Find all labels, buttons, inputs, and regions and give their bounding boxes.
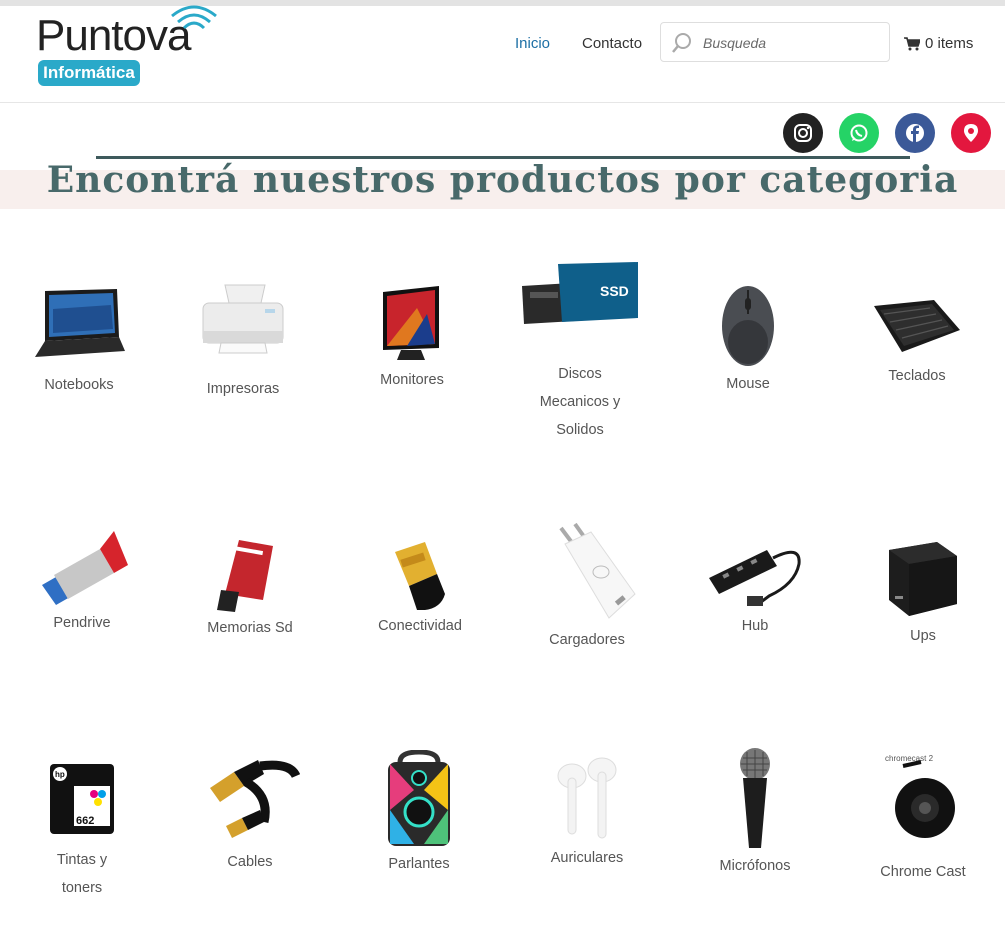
- category-chromecast[interactable]: chromecast 2 Chrome Cast: [848, 750, 998, 886]
- category-conectividad[interactable]: Conectividad: [345, 538, 495, 640]
- usb-hub-icon: [680, 540, 830, 612]
- category-parlantes[interactable]: Parlantes: [344, 750, 494, 878]
- category-label: Pendrive: [53, 615, 111, 631]
- ssd-icon: SSD: [505, 260, 655, 360]
- category-label: Hub: [741, 618, 769, 634]
- category-impresoras[interactable]: Impresoras: [168, 279, 318, 403]
- category-memorias-sd[interactable]: Memorias Sd: [175, 538, 325, 642]
- category-mouse[interactable]: Mouse: [673, 282, 823, 398]
- mouse-icon: [673, 282, 823, 370]
- monitor-icon: [337, 284, 487, 366]
- hdmi-cable-icon: [175, 752, 325, 848]
- category-label: Memorias Sd: [207, 620, 293, 636]
- category-teclados[interactable]: Teclados: [842, 296, 992, 390]
- charger-icon: [512, 522, 662, 626]
- svg-text:hp: hp: [55, 770, 65, 779]
- category-label: Tintas y toners: [56, 852, 108, 896]
- ups-icon: [848, 538, 998, 622]
- category-label: Ups: [910, 628, 936, 644]
- chromecast-icon: chromecast 2: [848, 750, 998, 850]
- category-ups[interactable]: Ups: [848, 538, 998, 650]
- category-tintas[interactable]: hp 662 Tintas y toners: [7, 760, 157, 902]
- category-label: Auriculares: [550, 850, 624, 866]
- category-discos[interactable]: SSD Discos Mecanicos y Solidos: [505, 260, 655, 444]
- microphone-icon: [680, 748, 830, 852]
- category-label: Cargadores: [549, 632, 625, 648]
- category-label: Micrófonos: [719, 858, 791, 874]
- category-label: Cables: [227, 854, 273, 870]
- printer-icon: [168, 279, 318, 375]
- chromecast-box-text: chromecast 2: [885, 754, 934, 763]
- category-label: Parlantes: [388, 856, 450, 872]
- ink-cartridge-icon: hp 662: [7, 760, 157, 840]
- sd-card-icon: [175, 538, 325, 614]
- category-hub[interactable]: Hub: [680, 540, 830, 640]
- category-label: Chrome Cast: [880, 864, 966, 880]
- category-label: Teclados: [888, 368, 946, 384]
- category-label: Mouse: [726, 376, 770, 392]
- category-pendrive[interactable]: Pendrive: [7, 525, 157, 637]
- speaker-icon: [344, 750, 494, 850]
- keyboard-icon: [842, 296, 992, 362]
- category-notebooks[interactable]: Notebooks: [4, 285, 154, 399]
- category-monitores[interactable]: Monitores: [337, 284, 487, 394]
- notebook-icon: [4, 285, 154, 371]
- category-microfonos[interactable]: Micrófonos: [680, 748, 830, 880]
- ssd-box-text: SSD: [600, 283, 629, 299]
- category-label: Conectividad: [378, 618, 462, 634]
- category-cables[interactable]: Cables: [175, 752, 325, 876]
- category-label: Impresoras: [206, 381, 280, 397]
- category-label: Discos Mecanicos y Solidos: [539, 366, 621, 438]
- ink-model-text: 662: [76, 815, 94, 827]
- earbuds-icon: [512, 756, 662, 844]
- category-grid: Notebooks Impresoras Monitores SSD Disco…: [0, 0, 1005, 930]
- pendrive-icon: [7, 525, 157, 609]
- category-auriculares[interactable]: Auriculares: [512, 756, 662, 872]
- category-label: Notebooks: [44, 377, 114, 393]
- wifi-adapter-icon: [345, 538, 495, 612]
- category-cargadores[interactable]: Cargadores: [512, 522, 662, 654]
- category-label: Monitores: [380, 372, 444, 388]
